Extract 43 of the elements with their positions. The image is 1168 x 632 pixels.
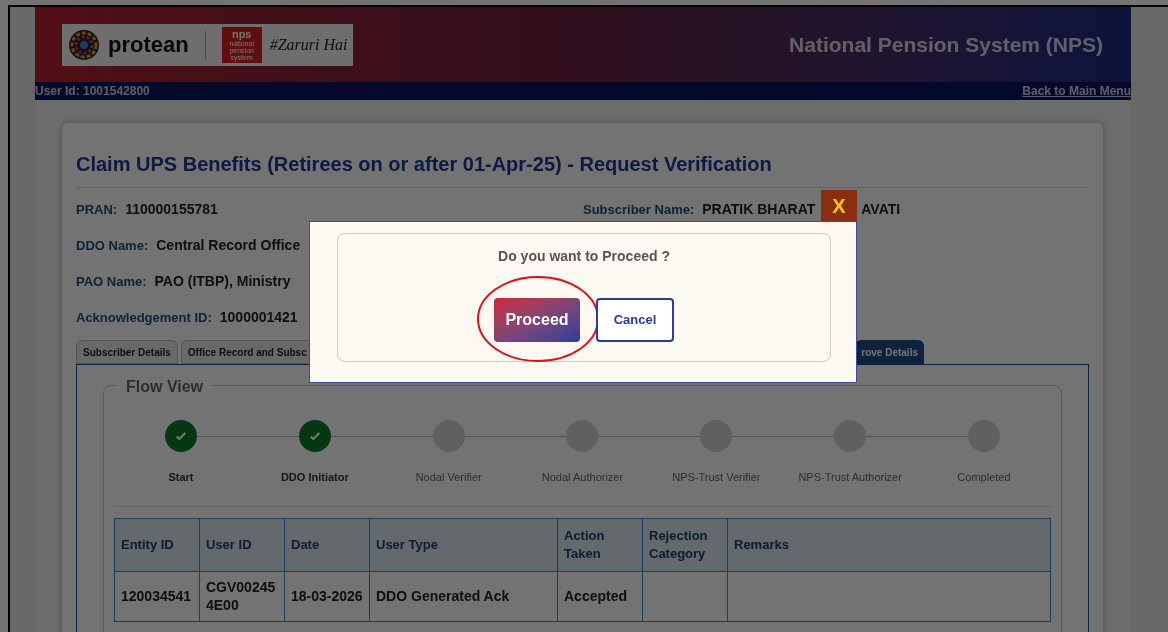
column-header: Remarks — [727, 518, 1051, 571]
close-button[interactable]: X — [821, 190, 857, 221]
field-label: Acknowledgement ID: — [76, 308, 212, 327]
proceed-button[interactable]: Proceed — [494, 298, 580, 342]
field-label: PAO Name: — [76, 272, 147, 291]
field-label: PRAN: — [76, 200, 118, 219]
step-label: Nodal Authorizer — [541, 470, 624, 485]
column-header: Entity ID — [114, 518, 200, 571]
field-value: PRATIK BHARAT — [702, 200, 816, 219]
logo-text: protean — [108, 31, 189, 59]
field-value: Central Record Office — [156, 236, 301, 255]
table-cell: 120034541 — [114, 571, 200, 621]
step-label: DDO Initiator — [280, 470, 349, 485]
step-label: NPS-Trust Verifier — [672, 470, 761, 485]
table-cell: 18-03-2026 — [284, 571, 370, 621]
dialog-message: Do you want to Proceed ? — [498, 247, 670, 266]
field-value: 110000155781 — [125, 200, 218, 219]
table-cell: Accepted — [557, 571, 643, 621]
column-header: Date — [284, 518, 370, 571]
logo-icon — [68, 28, 100, 61]
user-id-text: User Id: 1001542800 — [35, 83, 150, 100]
column-header: User Type — [369, 518, 558, 571]
field-label: Subscriber Name: — [583, 200, 695, 219]
field-value: AVATI — [861, 200, 901, 219]
cancel-button[interactable]: Cancel — [596, 298, 674, 342]
column-header: User ID — [199, 518, 285, 571]
page-title: Claim UPS Benefits (Retirees on or after 01-Apr-25) - Request Verification — [76, 149, 1089, 188]
tab[interactable]: Subscriber Details — [76, 340, 178, 364]
table-cell: DDO Generated Ack — [369, 571, 558, 621]
tab[interactable]: rove Details — [855, 340, 924, 364]
field-label: DDO Name: — [76, 236, 149, 255]
column-header: Action Taken — [557, 518, 643, 571]
step-label: Completed — [957, 470, 1011, 485]
step-label: Nodal Verifier — [415, 470, 482, 485]
column-header: Rejection Category — [642, 518, 728, 571]
tagline-text: #Zaruri Hai — [269, 34, 348, 55]
field-value: PAO (ITBP), Ministry — [154, 272, 291, 291]
back-link[interactable]: Back to Main Menu — [1022, 82, 1131, 100]
field-value: 1000001421 — [219, 308, 298, 327]
step-label: NPS-Trust Authorizer — [798, 470, 902, 485]
table-cell: CGV00245 4E00 — [199, 571, 285, 621]
step-label: Start — [168, 470, 194, 485]
site-title: National Pension System (NPS) — [789, 31, 1103, 58]
